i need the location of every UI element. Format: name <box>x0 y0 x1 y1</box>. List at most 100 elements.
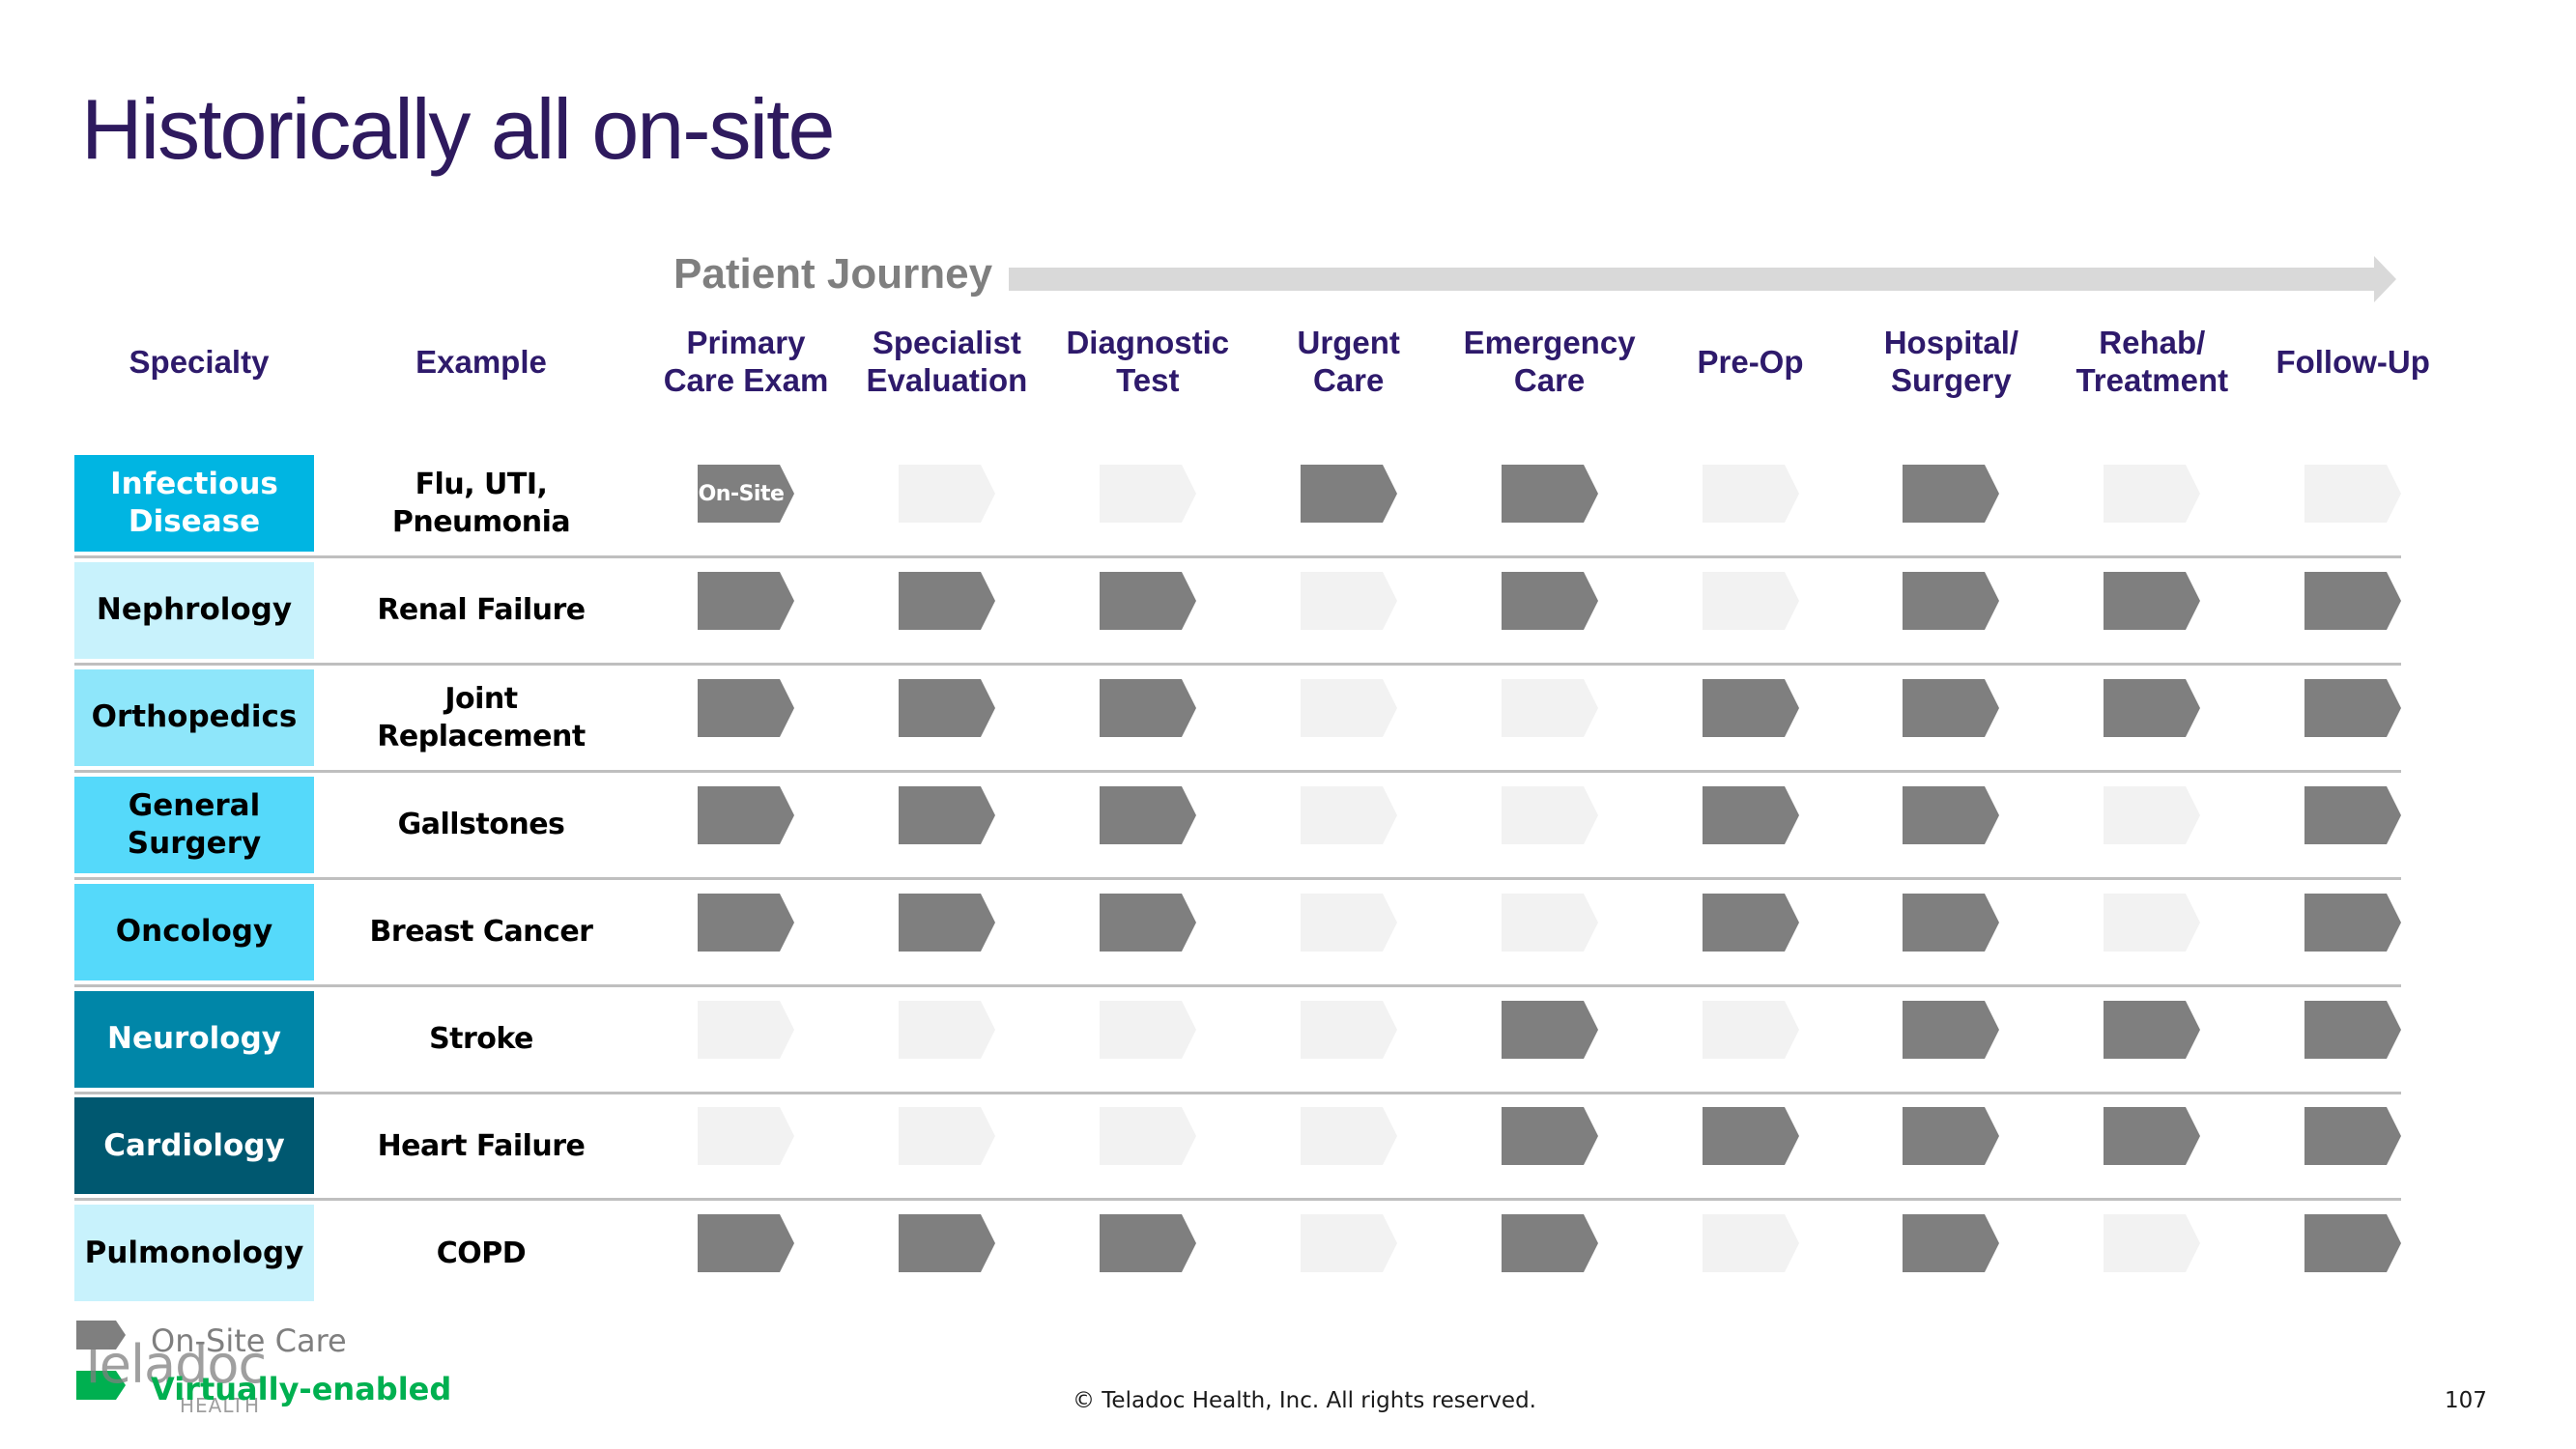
specialty-label: Neurology <box>74 990 314 1088</box>
specialty-label: Oncology <box>74 883 314 980</box>
on-site-chevron-icon <box>898 571 995 630</box>
on-site-chevron-icon <box>1501 571 1598 630</box>
row-divider <box>74 876 2401 880</box>
row-divider <box>74 769 2401 773</box>
on-site-chevron-icon <box>1903 1000 2000 1059</box>
on-site-chevron-icon <box>1501 1214 1598 1273</box>
specialty-label: General Surgery <box>74 776 314 873</box>
on-site-chevron-icon <box>2104 1107 2201 1166</box>
example-label: Breast Cancer <box>369 915 593 950</box>
row-divider <box>74 1091 2401 1094</box>
inactive-chevron-icon <box>1300 893 1397 952</box>
on-site-chevron-icon <box>1903 571 2000 630</box>
on-site-chevron-icon <box>1903 465 2000 523</box>
inactive-chevron-icon <box>2304 465 2402 523</box>
on-site-chevron-icon <box>1702 1107 1799 1166</box>
specialty-label: Nephrology <box>74 561 314 659</box>
example-label: Heart Failure <box>377 1128 586 1163</box>
on-site-chevron-icon <box>1903 785 2000 844</box>
row-divider <box>74 555 2401 558</box>
header-stage: Diagnostic Test <box>1066 325 1230 398</box>
example-label: Renal Failure <box>377 593 586 628</box>
example-label: Stroke <box>429 1022 533 1056</box>
on-site-chevron-icon: On-Site <box>698 465 794 523</box>
inactive-chevron-icon <box>698 1000 794 1059</box>
inactive-chevron-icon <box>1702 465 1799 523</box>
legend-virtual-label: Virtually-enabled <box>151 1371 452 1407</box>
on-site-chevron-icon <box>1099 678 1196 737</box>
inactive-chevron-icon <box>2104 1214 2201 1273</box>
inactive-chevron-icon <box>1099 1000 1196 1059</box>
on-site-chevron-icon <box>1099 893 1196 952</box>
inactive-chevron-icon <box>1300 785 1397 844</box>
on-site-chevron-icon <box>2304 678 2402 737</box>
example-label: Joint Replacement <box>377 681 586 753</box>
inactive-chevron-icon <box>1702 1000 1799 1059</box>
on-site-chevron-icon <box>2304 1214 2402 1273</box>
on-site-chevron-icon <box>2304 785 2402 844</box>
on-site-chevron-icon <box>898 893 995 952</box>
on-site-chevron-icon <box>2304 1000 2402 1059</box>
header-stage: Primary Care Exam <box>663 325 829 398</box>
inactive-chevron-icon <box>1300 1214 1397 1273</box>
on-site-chevron-icon <box>2104 571 2201 630</box>
patient-journey-arrow-icon <box>1009 256 2396 302</box>
inactive-chevron-icon <box>1300 571 1397 630</box>
inactive-chevron-icon <box>1099 465 1196 523</box>
on-site-chevron-icon <box>2104 678 2201 737</box>
inactive-chevron-icon <box>898 465 995 523</box>
on-site-chevron-icon <box>698 571 794 630</box>
inactive-chevron-icon <box>1501 785 1598 844</box>
copyright-footer: © Teladoc Health, Inc. All rights reserv… <box>1072 1388 1536 1413</box>
on-site-chevron-label: On-Site <box>698 481 785 506</box>
inactive-chevron-icon <box>2104 785 2201 844</box>
header-stage: Specialist Evaluation <box>866 325 1028 398</box>
row-divider <box>74 1198 2401 1202</box>
on-site-chevron-icon <box>698 893 794 952</box>
on-site-chevron-icon <box>1501 1000 1598 1059</box>
header-specialty: Specialty <box>129 343 270 380</box>
on-site-chevron-icon <box>1903 678 2000 737</box>
on-site-chevron-icon <box>698 678 794 737</box>
on-site-chevron-icon <box>898 785 995 844</box>
header-stage: Emergency Care <box>1463 325 1636 398</box>
patient-journey-label: Patient Journey <box>673 250 993 298</box>
legend-on-site-label: On-Site Care <box>151 1322 347 1359</box>
header-stage: Urgent Care <box>1297 325 1400 398</box>
on-site-chevron-icon <box>1099 571 1196 630</box>
on-site-chevron-icon <box>898 678 995 737</box>
on-site-chevron-icon <box>898 1214 995 1273</box>
specialty-label: Orthopedics <box>74 668 314 766</box>
slide-title: Historically all on-site <box>81 81 835 177</box>
on-site-chevron-icon <box>2304 893 2402 952</box>
inactive-chevron-icon <box>2104 893 2201 952</box>
specialty-label: Cardiology <box>74 1097 314 1195</box>
on-site-chevron-icon <box>2304 1107 2402 1166</box>
on-site-chevron-icon <box>1702 893 1799 952</box>
row-divider <box>74 662 2401 666</box>
inactive-chevron-icon <box>1300 678 1397 737</box>
on-site-chevron-icon <box>1501 1107 1598 1166</box>
on-site-chevron-icon <box>1903 1107 2000 1166</box>
on-site-chevron-icon <box>1099 1214 1196 1273</box>
inactive-chevron-icon <box>898 1107 995 1166</box>
inactive-chevron-icon <box>1099 1107 1196 1166</box>
header-example: Example <box>415 343 547 380</box>
on-site-chevron-icon <box>2104 1000 2201 1059</box>
example-label: COPD <box>436 1236 527 1270</box>
specialty-label: Pulmonology <box>74 1205 314 1302</box>
on-site-chevron-icon <box>1702 678 1799 737</box>
on-site-chevron-icon <box>698 785 794 844</box>
on-site-chevron-icon <box>1099 785 1196 844</box>
inactive-chevron-icon <box>898 1000 995 1059</box>
header-stage: Pre-Op <box>1697 343 1804 380</box>
on-site-chevron-icon <box>1903 1214 2000 1273</box>
example-label: Flu, UTI, Pneumonia <box>391 468 571 539</box>
header-stage: Follow-Up <box>2275 343 2430 380</box>
specialty-label: Infectious Disease <box>74 455 314 552</box>
inactive-chevron-icon <box>1702 1214 1799 1273</box>
inactive-chevron-icon <box>2104 465 2201 523</box>
inactive-chevron-icon <box>1300 1107 1397 1166</box>
on-site-chevron-icon <box>2304 571 2402 630</box>
on-site-chevron-icon <box>1702 785 1799 844</box>
